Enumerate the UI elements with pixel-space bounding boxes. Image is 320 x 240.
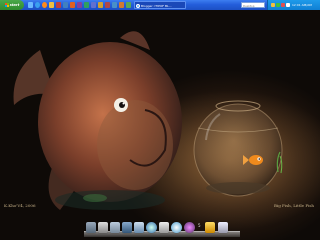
system-tray: 12:01 AM/AM	[267, 0, 320, 10]
ie-icon[interactable]	[35, 2, 40, 8]
scissors-icon[interactable]	[205, 222, 215, 233]
app-icon-10[interactable]	[119, 2, 124, 8]
tray-icon-1[interactable]	[271, 3, 275, 7]
app-icon-9[interactable]	[112, 2, 117, 8]
calendar-icon[interactable]	[159, 222, 169, 233]
itunes-icon[interactable]	[184, 222, 195, 233]
wallpaper-signature: K.Kho'V4, 2006	[4, 203, 36, 208]
app-icon-4[interactable]	[77, 2, 82, 8]
start-button[interactable]: start	[0, 0, 24, 10]
wallpaper-illustration	[13, 31, 320, 230]
media-player-icon[interactable]	[42, 2, 47, 8]
ie-icon	[136, 3, 140, 8]
tray-icon-3[interactable]	[281, 3, 285, 7]
dock: 5	[84, 218, 240, 238]
folder-icon[interactable]	[122, 222, 132, 233]
trash-icon[interactable]	[98, 222, 108, 233]
windows-logo-icon	[4, 3, 9, 7]
desktop-wallpaper: K.Kho'V4, 2006 Big Fish, Little Fish	[0, 10, 320, 240]
safari-icon[interactable]	[171, 222, 182, 233]
recycle-bin-icon[interactable]	[218, 222, 228, 233]
taskbar-window-blogger[interactable]: Blogger: ITIPOF BL...	[134, 1, 186, 9]
clock[interactable]: 12:01 AM/AM	[292, 0, 312, 10]
volume-icon[interactable]	[286, 3, 290, 7]
app-icon-1[interactable]	[56, 2, 61, 8]
taskbar: start Blogger: ITIPOF BL... Desktop 12:0…	[0, 0, 320, 10]
start-label: start	[9, 3, 20, 7]
app-icon-3[interactable]	[70, 2, 75, 8]
wallpaper-caption: Big Fish, Little Fish	[273, 203, 314, 208]
browser-icon[interactable]	[146, 222, 157, 233]
documents-icon[interactable]	[110, 222, 120, 233]
dock-count-label: 5	[198, 223, 201, 228]
desktop-address-input[interactable]: Desktop	[241, 2, 265, 8]
app-icon-8[interactable]	[105, 2, 110, 8]
tray-icon-2[interactable]	[276, 3, 280, 7]
app-icon-2[interactable]	[63, 2, 68, 8]
show-desktop-icon[interactable]	[28, 2, 33, 8]
app-icon-6[interactable]	[91, 2, 96, 8]
taskbar-window-label: Blogger: ITIPOF BL...	[141, 4, 172, 8]
app-icon-5[interactable]	[84, 2, 89, 8]
folder-icon[interactable]	[49, 2, 54, 8]
app-icon-7[interactable]	[98, 2, 103, 8]
finder-icon[interactable]	[86, 222, 96, 233]
app-icon-11[interactable]	[126, 2, 131, 8]
mail-icon[interactable]	[134, 222, 144, 233]
